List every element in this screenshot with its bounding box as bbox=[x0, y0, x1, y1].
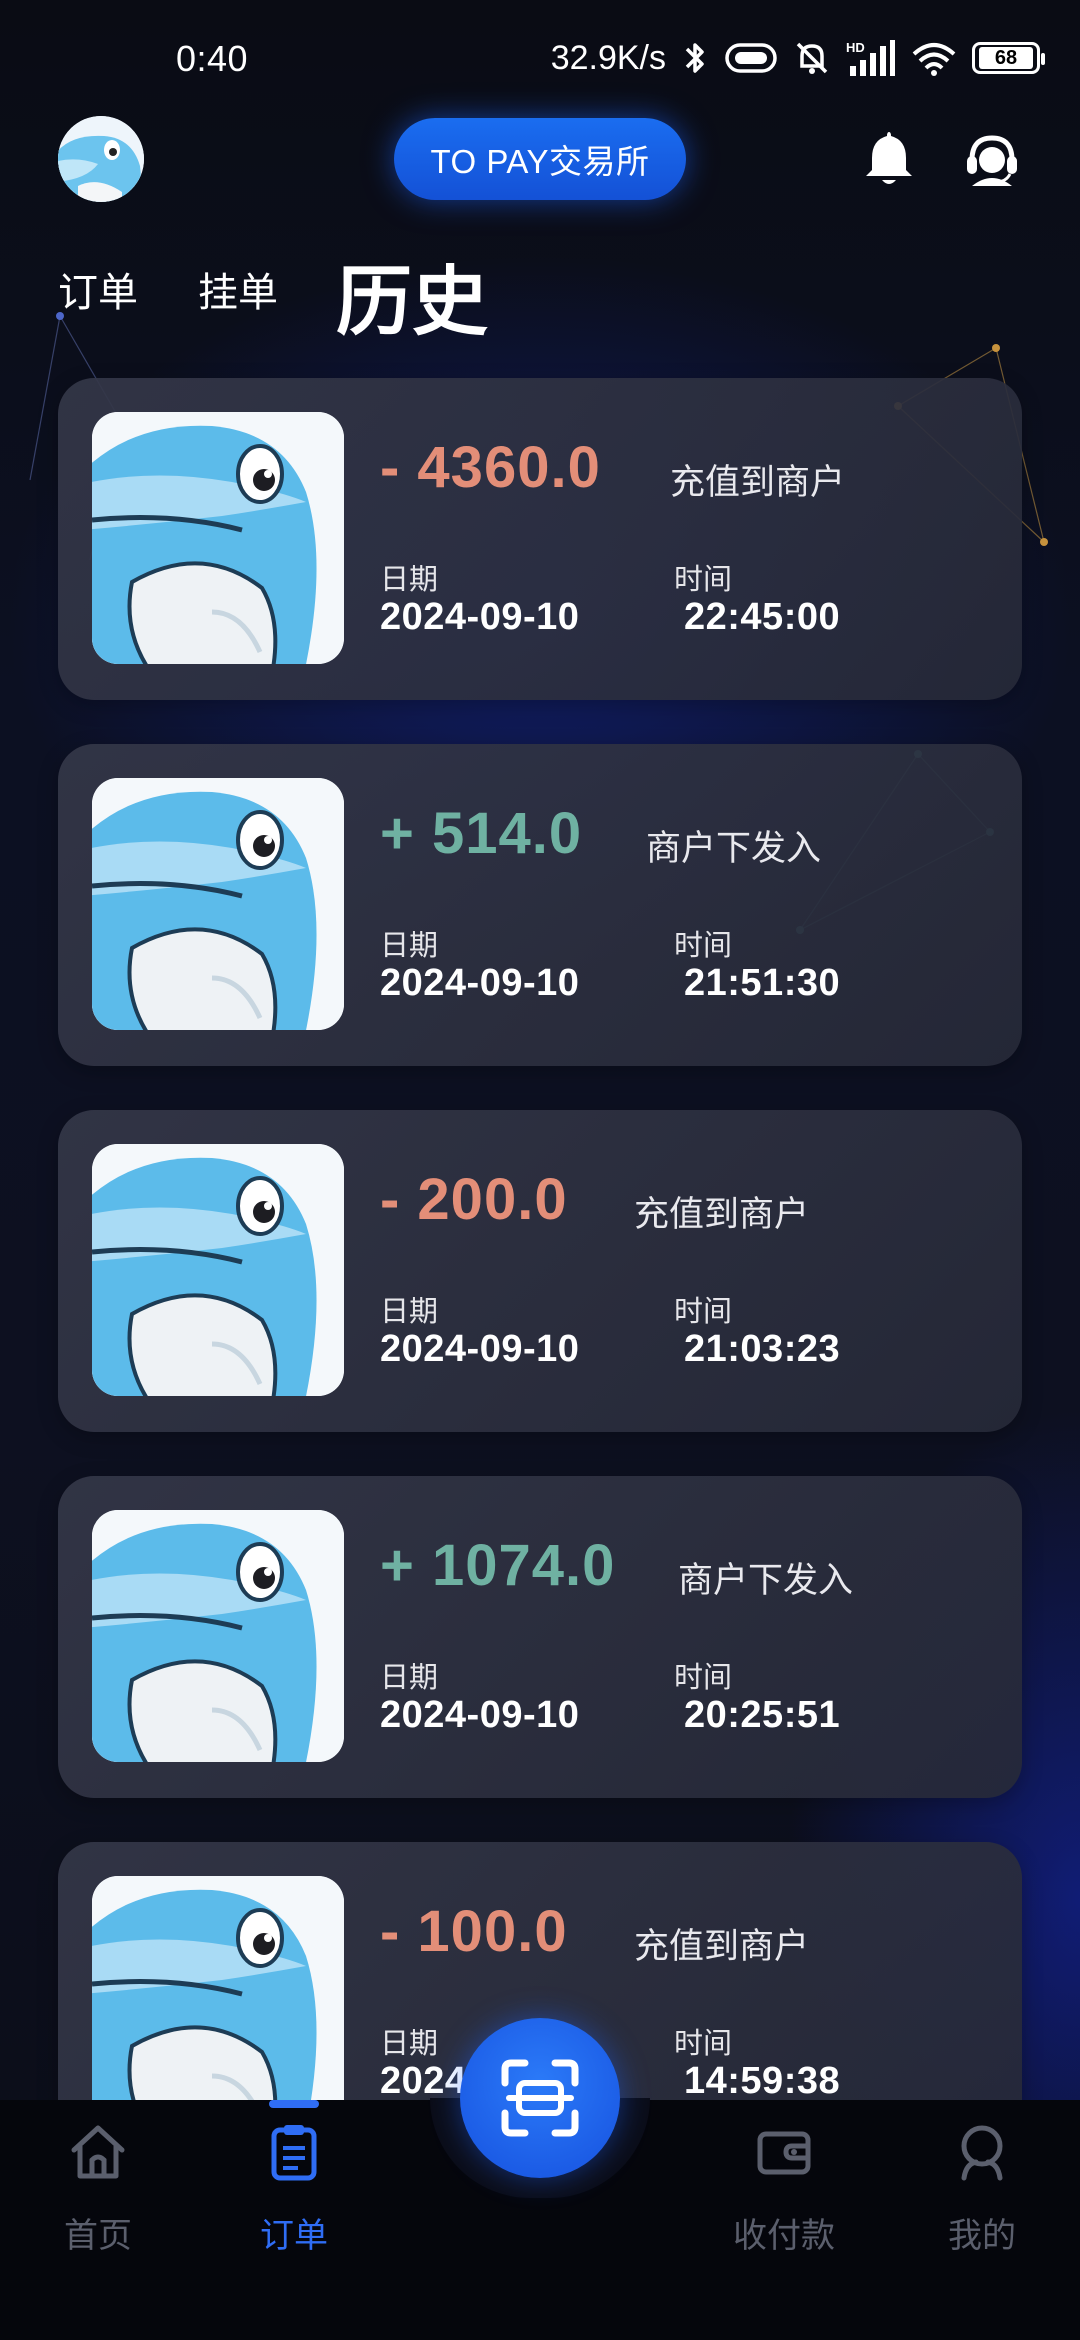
date-label: 日期 bbox=[380, 1662, 439, 1694]
dolphin-thumbnail bbox=[92, 412, 344, 664]
dolphin-thumbnail bbox=[92, 1144, 344, 1396]
nav-payments[interactable]: 收付款 bbox=[724, 2120, 844, 2257]
mute-icon bbox=[796, 42, 828, 74]
nav-me-label: 我的 bbox=[948, 2217, 1016, 2255]
status-icons: 32.9K/s HD 68 bbox=[550, 30, 1045, 86]
tab-history[interactable]: 历史 bbox=[336, 240, 488, 350]
transaction-card[interactable]: + 1074.0 商户下发入 日期 时间 2024-09-10 20:25:51 bbox=[58, 1476, 1022, 1798]
transaction-time: 22:45:00 bbox=[684, 596, 841, 638]
vibrate-icon bbox=[725, 43, 777, 73]
transaction-date: 2024-09-10 bbox=[380, 1328, 580, 1370]
orders-icon bbox=[271, 2125, 317, 2181]
transaction-date: 2024 bbox=[380, 2060, 467, 2102]
dolphin-thumbnail bbox=[92, 1510, 344, 1762]
time-label: 时间 bbox=[674, 2028, 733, 2060]
transaction-description: 充值到商户 bbox=[634, 1195, 810, 1234]
transaction-card[interactable]: + 514.0 商户下发入 日期 时间 2024-09-10 21:51:30 bbox=[58, 744, 1022, 1066]
transaction-card[interactable]: - 4360.0 充值到商户 日期 时间 2024-09-10 22:45:00 bbox=[58, 378, 1022, 700]
bell-icon bbox=[866, 132, 912, 184]
nav-home[interactable]: 首页 bbox=[38, 2120, 158, 2257]
nav-orders[interactable]: 订单 bbox=[234, 2120, 354, 2257]
nav-active-indicator bbox=[269, 2100, 319, 2108]
nav-me[interactable]: 我的 bbox=[922, 2120, 1042, 2257]
scan-icon bbox=[501, 2059, 579, 2137]
dolphin-image bbox=[92, 1144, 344, 1396]
notification-button[interactable] bbox=[862, 128, 916, 188]
dolphin-thumbnail bbox=[92, 1876, 344, 2128]
time-label: 时间 bbox=[674, 564, 733, 596]
nav-orders-label: 订单 bbox=[260, 2217, 328, 2255]
exchange-button[interactable]: TO PAY交易所 bbox=[394, 118, 686, 200]
dolphin-image bbox=[92, 778, 344, 1030]
wallet-icon bbox=[757, 2131, 811, 2175]
signal-icon: HD bbox=[846, 40, 895, 76]
history-screen: 0:40 32.9K/s HD 68 TO PAY交易所 订单 挂单 历史 - … bbox=[0, 0, 1080, 2340]
nav-payments-label: 收付款 bbox=[733, 2217, 835, 2255]
network-speed: 32.9K/s bbox=[550, 38, 666, 77]
date-label: 日期 bbox=[380, 930, 439, 962]
scan-button[interactable] bbox=[460, 2018, 620, 2178]
tab-pending-orders[interactable]: 挂单 bbox=[198, 260, 278, 318]
transaction-list: - 4360.0 充值到商户 日期 时间 2024-09-10 22:45:00 bbox=[58, 378, 1022, 2208]
nav-home-label: 首页 bbox=[64, 2217, 132, 2255]
transaction-date: 2024-09-10 bbox=[380, 962, 580, 1004]
date-label: 日期 bbox=[380, 564, 439, 596]
transaction-description: 充值到商户 bbox=[634, 1927, 810, 1966]
time-label: 时间 bbox=[674, 1662, 733, 1694]
transaction-time: 14:59:38 bbox=[684, 2060, 841, 2102]
transaction-description: 商户下发入 bbox=[678, 1561, 854, 1600]
date-label: 日期 bbox=[380, 2028, 439, 2060]
time-label: 时间 bbox=[674, 1296, 733, 1328]
transaction-amount: - 200.0 bbox=[380, 1167, 568, 1232]
transaction-time: 21:03:23 bbox=[684, 1328, 841, 1370]
bluetooth-icon bbox=[685, 43, 704, 73]
customer-service-button[interactable] bbox=[962, 130, 1022, 190]
user-avatar[interactable] bbox=[58, 116, 144, 202]
transaction-amount: + 514.0 bbox=[380, 801, 583, 866]
dolphin-thumbnail bbox=[92, 778, 344, 1030]
transaction-time: 20:25:51 bbox=[684, 1694, 841, 1736]
dolphin-image bbox=[92, 1510, 344, 1762]
transaction-amount: + 1074.0 bbox=[380, 1533, 616, 1598]
status-time: 0:40 bbox=[176, 38, 249, 79]
transaction-card[interactable]: - 200.0 充值到商户 日期 时间 2024-09-10 21:03:23 bbox=[58, 1110, 1022, 1432]
date-label: 日期 bbox=[380, 1296, 439, 1328]
svg-text:HD: HD bbox=[846, 40, 865, 55]
tab-orders[interactable]: 订单 bbox=[58, 260, 138, 318]
battery-indicator: 68 bbox=[972, 42, 1045, 74]
transaction-amount: - 100.0 bbox=[380, 1899, 568, 1964]
home-icon bbox=[71, 2125, 125, 2179]
dolphin-image bbox=[92, 412, 344, 664]
transaction-description: 商户下发入 bbox=[646, 829, 822, 868]
dolphin-avatar-icon bbox=[58, 116, 144, 202]
status-bar: 0:40 32.9K/s HD 68 bbox=[0, 0, 1080, 110]
dolphin-image bbox=[92, 1876, 344, 2128]
transaction-date: 2024-09-10 bbox=[380, 1694, 580, 1736]
wifi-icon bbox=[912, 43, 956, 76]
battery-level: 68 bbox=[979, 47, 1033, 69]
profile-icon bbox=[961, 2125, 1003, 2181]
headset-icon bbox=[967, 135, 1017, 186]
transaction-date: 2024-09-10 bbox=[380, 596, 580, 638]
transaction-time: 21:51:30 bbox=[684, 962, 841, 1004]
time-label: 时间 bbox=[674, 930, 733, 962]
transaction-description: 充值到商户 bbox=[670, 463, 846, 502]
transaction-amount: - 4360.0 bbox=[380, 435, 601, 500]
